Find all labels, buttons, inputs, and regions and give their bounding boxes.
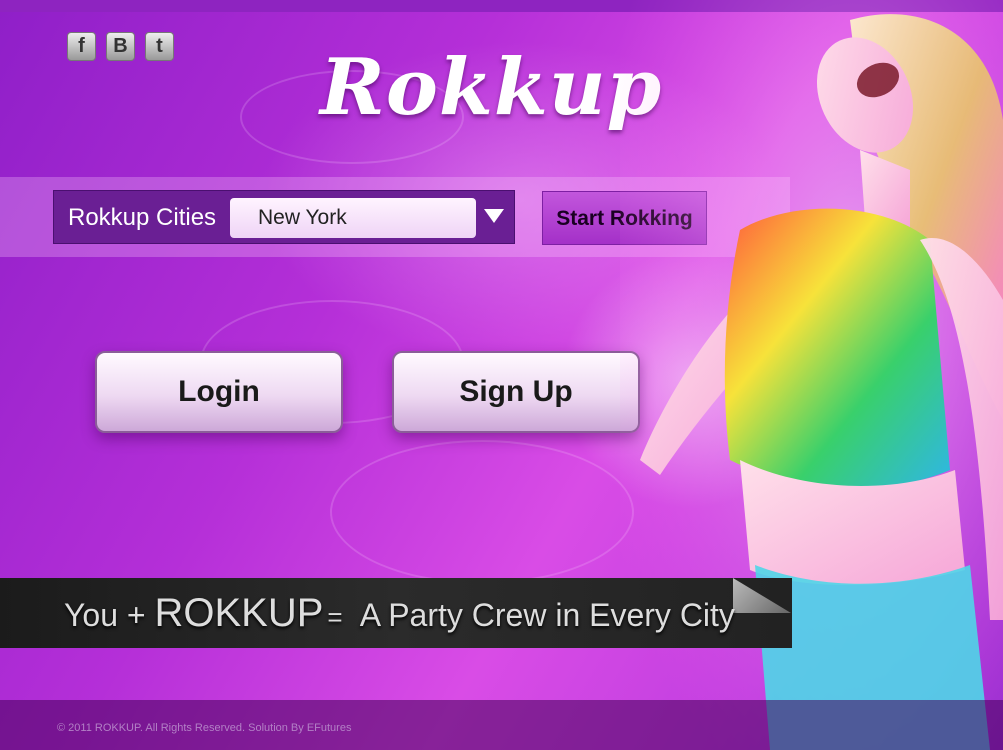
twitter-glyph: t bbox=[156, 35, 163, 57]
blogger-icon[interactable]: B bbox=[106, 32, 135, 61]
tagline-equals: = bbox=[327, 602, 343, 632]
social-links: f B t bbox=[67, 32, 174, 61]
facebook-icon[interactable]: f bbox=[67, 32, 96, 61]
tagline-brand: ROKKUP bbox=[154, 591, 324, 635]
copyright-text: © 2011 ROKKUP. All Rights Reserved. Solu… bbox=[57, 722, 352, 734]
chevron-down-icon[interactable] bbox=[484, 209, 504, 223]
smoke-swirl bbox=[330, 440, 634, 584]
signup-button[interactable]: Sign Up bbox=[392, 351, 640, 433]
city-picker: Rokkup Cities New York bbox=[53, 190, 515, 244]
site-logo[interactable]: Rokkup bbox=[320, 38, 661, 138]
twitter-icon[interactable]: t bbox=[145, 32, 174, 61]
city-select[interactable]: New York bbox=[230, 198, 476, 238]
tagline-suffix: A Party Crew in Every City bbox=[359, 597, 735, 633]
blogger-glyph: B bbox=[113, 35, 128, 57]
facebook-glyph: f bbox=[78, 35, 85, 57]
tagline-prefix: You + bbox=[64, 597, 146, 633]
login-button[interactable]: Login bbox=[95, 351, 343, 433]
tagline-text: You + ROKKUP = A Party Crew in Every City bbox=[64, 586, 735, 640]
city-picker-label: Rokkup Cities bbox=[68, 204, 217, 231]
